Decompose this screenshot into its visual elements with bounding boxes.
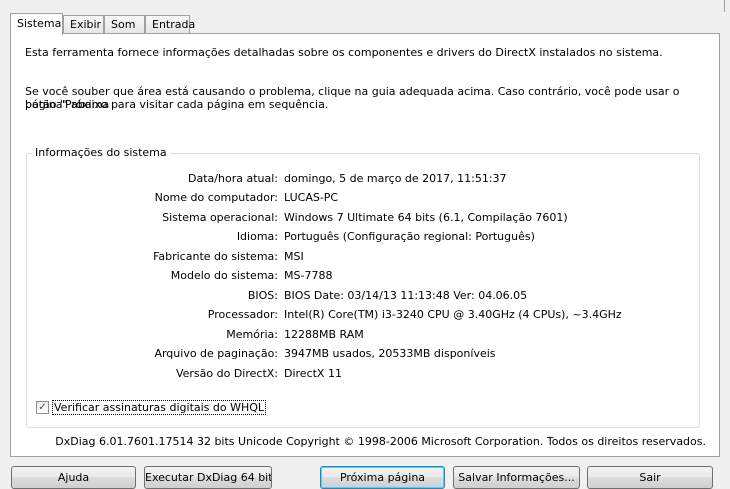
- info-row-language: Idioma: Português (Configuração regional…: [27, 230, 699, 244]
- copyright-text: DxDiag 6.01.7601.17514 32 bits Unicode C…: [55, 435, 706, 448]
- info-label: Sistema operacional:: [162, 211, 278, 224]
- info-row-bios: BIOS: BIOS Date: 03/14/13 11:13:48 Ver: …: [27, 289, 699, 303]
- system-info-group: Informações do sistema Data/hora atual: …: [26, 146, 700, 428]
- tab-som[interactable]: Som: [104, 15, 145, 34]
- info-value: 3947MB usados, 20533MB disponíveis: [284, 347, 496, 360]
- info-label: Fabricante do sistema:: [153, 250, 278, 263]
- info-value: DirectX 11: [284, 367, 342, 380]
- tab-entrada[interactable]: Entrada: [145, 15, 195, 34]
- info-row-manufacturer: Fabricante do sistema: MSI: [27, 250, 699, 264]
- info-row-datetime: Data/hora atual: domingo, 5 de março de …: [27, 172, 699, 186]
- info-label: Nome do computador:: [154, 191, 278, 204]
- info-row-computer-name: Nome do computador: LUCAS-PC: [27, 191, 699, 205]
- info-label: Data/hora atual:: [188, 172, 278, 185]
- info-value: MS-7788: [284, 269, 333, 282]
- whql-checkbox[interactable]: ✓: [36, 401, 49, 414]
- tab-sistema[interactable]: Sistema: [10, 13, 63, 35]
- info-row-pagefile: Arquivo de paginação: 3947MB usados, 205…: [27, 347, 699, 361]
- info-label: Arquivo de paginação:: [154, 347, 278, 360]
- info-label: Memória:: [226, 328, 278, 341]
- info-value: Português (Configuração regional: Portug…: [284, 230, 535, 243]
- info-value: domingo, 5 de março de 2017, 11:51:37: [284, 172, 507, 185]
- info-row-os: Sistema operacional: Windows 7 Ultimate …: [27, 211, 699, 225]
- intro-hint-line2: página" abaixo para visitar cada página …: [25, 98, 329, 111]
- info-label: Modelo do sistema:: [170, 269, 278, 282]
- tab-panel-sistema: Esta ferramenta fornece informações deta…: [10, 33, 720, 457]
- info-label: Versão do DirectX:: [175, 367, 278, 380]
- next-page-button[interactable]: Próxima página: [320, 466, 445, 489]
- system-info-title: Informações do sistema: [32, 146, 170, 159]
- run-64bit-button[interactable]: Executar DxDiag 64 bits: [144, 466, 272, 489]
- info-row-memory: Memória: 12288MB RAM: [27, 328, 699, 342]
- info-value: Intel(R) Core(TM) i3-3240 CPU @ 3.40GHz …: [284, 308, 622, 321]
- info-label: Processador:: [207, 308, 278, 321]
- intro-text: Esta ferramenta fornece informações deta…: [25, 46, 663, 59]
- help-button[interactable]: Ajuda: [11, 466, 136, 489]
- whql-checkbox-label[interactable]: Verificar assinaturas digitais do WHQL: [52, 400, 267, 415]
- info-value: Windows 7 Ultimate 64 bits (6.1, Compila…: [284, 211, 568, 224]
- info-row-directx: Versão do DirectX: DirectX 11: [27, 367, 699, 381]
- info-label: BIOS:: [247, 289, 278, 302]
- save-info-button[interactable]: Salvar Informações...: [453, 466, 580, 489]
- tab-exibir[interactable]: Exibir: [63, 15, 104, 34]
- info-row-model: Modelo do sistema: MS-7788: [27, 269, 699, 283]
- info-value: BIOS Date: 03/14/13 11:13:48 Ver: 04.06.…: [284, 289, 528, 302]
- info-row-processor: Processador: Intel(R) Core(TM) i3-3240 C…: [27, 308, 699, 322]
- info-value: MSI: [284, 250, 304, 263]
- window-edge: [724, 0, 730, 12]
- info-value: LUCAS-PC: [284, 191, 339, 204]
- info-value: 12288MB RAM: [284, 328, 364, 341]
- exit-button[interactable]: Sair: [587, 466, 713, 489]
- info-label: Idioma:: [236, 230, 278, 243]
